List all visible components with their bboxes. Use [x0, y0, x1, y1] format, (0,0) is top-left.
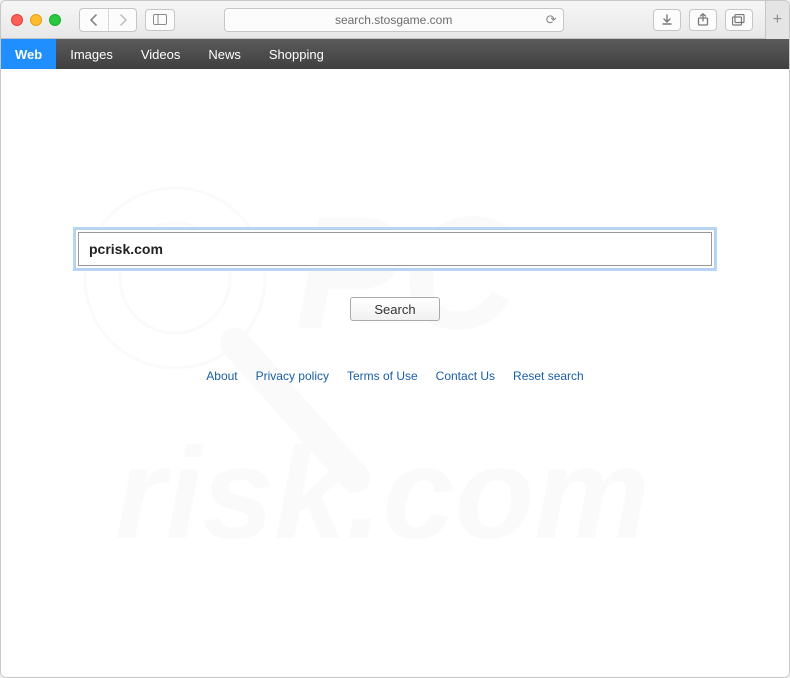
- reload-icon[interactable]: ⟳: [546, 12, 557, 28]
- footer-link-terms[interactable]: Terms of Use: [347, 369, 418, 383]
- tab-label: Videos: [141, 47, 181, 62]
- tab-label: News: [208, 47, 241, 62]
- tab-label: Shopping: [269, 47, 324, 62]
- footer-links: About Privacy policy Terms of Use Contac…: [206, 369, 583, 383]
- search-area: Search About Privacy policy Terms of Use…: [1, 229, 789, 383]
- tab-label: Web: [15, 47, 42, 62]
- footer-link-about[interactable]: About: [206, 369, 237, 383]
- browser-window: search.stosgame.com ⟳ +: [0, 0, 790, 678]
- tabs-button[interactable]: [725, 9, 753, 31]
- tab-shopping[interactable]: Shopping: [255, 39, 338, 69]
- forward-button[interactable]: [108, 9, 136, 31]
- footer-link-contact[interactable]: Contact Us: [436, 369, 495, 383]
- toolbar-right: +: [653, 9, 779, 31]
- search-button[interactable]: Search: [350, 297, 440, 321]
- maximize-icon[interactable]: [49, 14, 61, 26]
- sidebar-toggle-button[interactable]: [145, 9, 175, 31]
- search-input[interactable]: [78, 232, 712, 266]
- close-icon[interactable]: [11, 14, 23, 26]
- tab-web[interactable]: Web: [1, 39, 56, 69]
- footer-link-privacy[interactable]: Privacy policy: [256, 369, 329, 383]
- tab-label: Images: [70, 47, 113, 62]
- nav-buttons: [79, 8, 137, 32]
- footer-link-reset[interactable]: Reset search: [513, 369, 584, 383]
- titlebar: search.stosgame.com ⟳ +: [1, 1, 789, 39]
- downloads-button[interactable]: [653, 9, 681, 31]
- svg-text:risk.com: risk.com: [115, 420, 650, 566]
- new-tab-button[interactable]: +: [765, 1, 789, 39]
- page-content: PC risk.com Web Images Videos News Shopp…: [1, 39, 789, 677]
- search-category-tabs: Web Images Videos News Shopping: [1, 39, 789, 69]
- tab-images[interactable]: Images: [56, 39, 127, 69]
- address-text: search.stosgame.com: [335, 13, 452, 27]
- back-button[interactable]: [80, 9, 108, 31]
- tab-videos[interactable]: Videos: [127, 39, 195, 69]
- search-input-wrap: [75, 229, 715, 269]
- tab-news[interactable]: News: [194, 39, 255, 69]
- traffic-lights: [11, 14, 61, 26]
- share-button[interactable]: [689, 9, 717, 31]
- minimize-icon[interactable]: [30, 14, 42, 26]
- address-bar[interactable]: search.stosgame.com ⟳: [224, 8, 564, 32]
